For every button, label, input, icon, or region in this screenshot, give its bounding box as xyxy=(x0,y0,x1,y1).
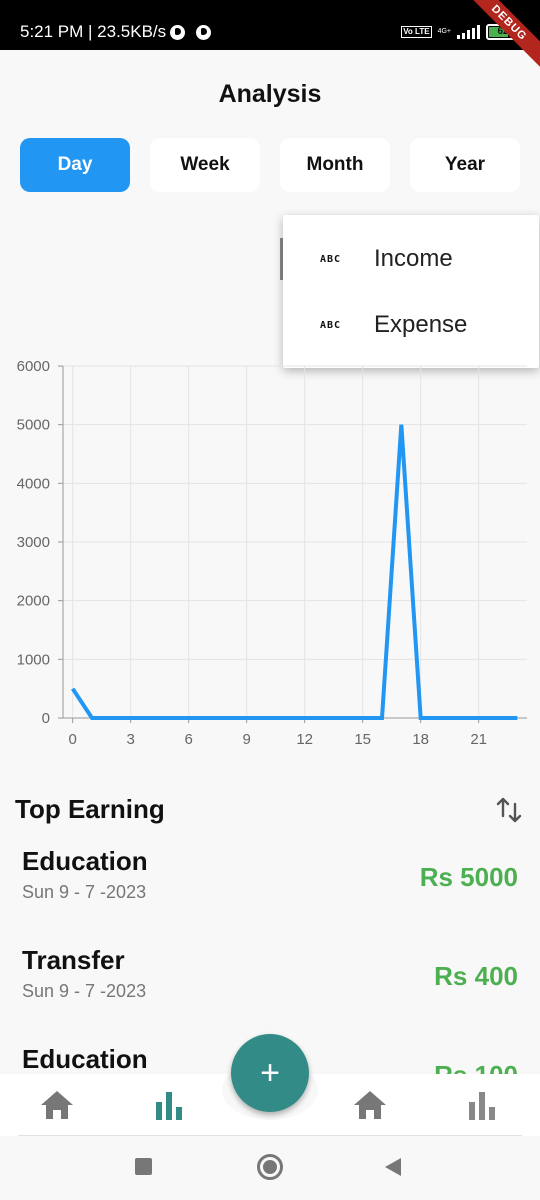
bar-chart-icon[interactable] xyxy=(465,1088,501,1122)
sort-icon[interactable] xyxy=(496,796,522,824)
x-tick-label: 6 xyxy=(184,731,192,748)
y-tick-label: 2000 xyxy=(17,593,50,610)
x-tick-label: 3 xyxy=(126,731,134,748)
notification-icon xyxy=(170,25,185,40)
tab-month[interactable]: Month xyxy=(280,138,390,192)
x-tick-label: 21 xyxy=(470,731,487,748)
recents-icon[interactable] xyxy=(135,1158,152,1175)
back-icon[interactable] xyxy=(385,1158,401,1176)
line-chart: 0 1000 2000 3000 4000 5000 6000 0 3 6 9 12 15 18 21 xyxy=(17,358,527,748)
menu-item-label: Income xyxy=(374,245,453,272)
transaction-date: Sun 9 - 7 -2023 xyxy=(22,981,147,1001)
menu-item-income[interactable]: ABC Income xyxy=(283,226,539,292)
notification-icon xyxy=(196,25,211,40)
transaction-title: Transfer xyxy=(22,945,125,975)
x-tick-label: 18 xyxy=(412,731,429,748)
abc-icon: ABC xyxy=(320,319,342,331)
list-item[interactable]: Education Sun 9 - 7 -2023 Rs 5000 xyxy=(0,846,540,926)
tab-week[interactable]: Week xyxy=(150,138,260,192)
transaction-amount: Rs 5000 xyxy=(419,862,518,892)
tab-year[interactable]: Year xyxy=(410,138,520,192)
y-tick-label: 4000 xyxy=(17,475,50,492)
x-tick-label: 15 xyxy=(354,731,371,748)
system-nav-bar xyxy=(0,1136,540,1200)
status-time: 5:21 PM | 23.5KB/s xyxy=(20,22,167,41)
y-tick-label: 6000 xyxy=(17,358,50,375)
transaction-date: Sun 9 - 7 -2023 xyxy=(22,882,147,902)
section-title: Top Earning xyxy=(15,794,165,824)
y-tick-label: 5000 xyxy=(17,417,50,434)
transaction-title: Education xyxy=(22,1044,148,1074)
abc-icon: ABC xyxy=(320,253,342,265)
menu-item-expense[interactable]: ABC Expense xyxy=(283,292,539,358)
x-tick-label: 9 xyxy=(242,731,250,748)
home-icon[interactable] xyxy=(39,1088,75,1122)
page-title: Analysis xyxy=(218,80,322,108)
y-tick-label: 1000 xyxy=(17,651,50,668)
x-tick-label: 0 xyxy=(68,731,76,748)
type-menu: ABC Income ABC Expense xyxy=(283,215,539,368)
x-tick-label: 12 xyxy=(296,731,313,748)
transaction-amount: Rs 400 xyxy=(434,961,518,991)
menu-item-label: Expense xyxy=(374,311,468,338)
bar-chart-icon[interactable] xyxy=(152,1088,188,1122)
tab-day[interactable]: Day xyxy=(20,138,130,192)
home-button-icon[interactable] xyxy=(257,1154,283,1180)
add-transaction-button[interactable]: + xyxy=(231,1034,309,1112)
y-tick-label: 3000 xyxy=(17,534,50,551)
transaction-title: Education xyxy=(22,846,148,876)
network-type: 4G+ xyxy=(437,28,451,35)
list-item[interactable]: Transfer Sun 9 - 7 -2023 Rs 400 xyxy=(0,945,540,1025)
status-bar: 5:21 PM | 23.5KB/s Vo LTE 4G+ 62 DEBUG xyxy=(0,0,540,76)
y-tick-label: 0 xyxy=(42,710,50,727)
volte-icon: Vo LTE xyxy=(401,26,432,38)
home-icon[interactable] xyxy=(352,1088,388,1122)
series-line xyxy=(70,424,518,720)
signal-icon xyxy=(457,25,480,39)
